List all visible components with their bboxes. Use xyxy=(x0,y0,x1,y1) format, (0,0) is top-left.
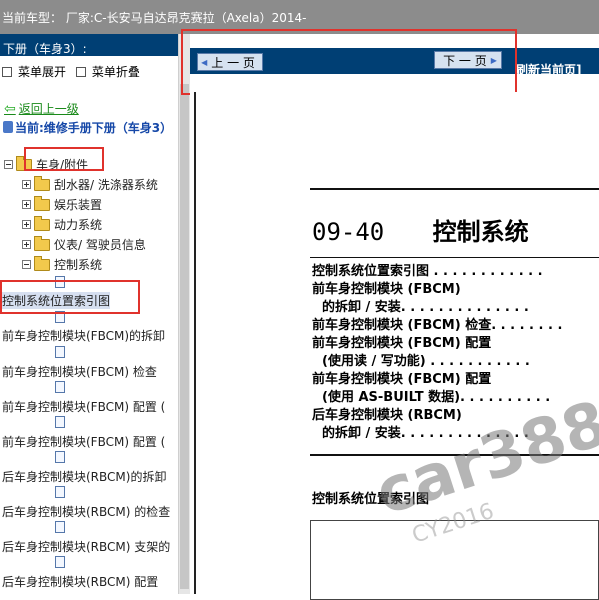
collapse-node-icon[interactable] xyxy=(4,160,13,169)
document-viewer: 09-40 控制系统 控制系统位置索引图 . . . . . . . . . .… xyxy=(190,92,599,600)
manual-icon xyxy=(3,121,13,133)
back-arrow-icon: ⇦ xyxy=(4,100,16,117)
figure-frame xyxy=(310,520,599,600)
tree-leaf-fbcm-removal[interactable]: 前车身控制模块(FBCM)的拆卸 xyxy=(2,327,165,344)
collapse-node-icon[interactable] xyxy=(22,260,31,269)
toc-entry[interactable]: (使用读 / 写功能) . . . . . . . . . . . xyxy=(322,350,530,369)
manual-section-title: 下册（车身3）: xyxy=(3,42,87,56)
document-icon xyxy=(55,556,65,568)
tree-leaf-fbcm-inspection[interactable]: 前车身控制模块(FBCM) 检查 xyxy=(2,363,157,380)
tree-node-power-system[interactable]: 动力系统 xyxy=(22,215,102,233)
toc-entry[interactable]: 的拆卸 / 安装. . . . . . . . . . . . . . xyxy=(322,422,529,441)
tree-leaf-rbcm-removal[interactable]: 后车身控制模块(RBCM)的拆卸 xyxy=(2,468,166,485)
title-rule xyxy=(310,188,599,190)
document-title: 09-40 控制系统 xyxy=(312,218,529,246)
collapse-menu-label: 菜单折叠 xyxy=(91,65,140,79)
expand-menu-button[interactable]: 菜单展开 xyxy=(2,63,66,80)
tree-leaf-rbcm-config[interactable]: 后车身控制模块(RBCM) 配置 xyxy=(2,573,158,590)
left-pane-header: 下册（车身3）: xyxy=(0,34,178,56)
toc-entry[interactable]: 后车身控制模块 (RBCM) xyxy=(312,404,462,423)
menu-controls: 菜单展开 菜单折叠 xyxy=(2,63,146,80)
page-left-border xyxy=(194,92,196,594)
highlight-box xyxy=(24,147,104,171)
current-vehicle-title: 当前车型： 厂家:C-长安马自达昂克赛拉（Axela）2014- xyxy=(2,11,307,25)
toc-entry[interactable]: 控制系统位置索引图 . . . . . . . . . . . . xyxy=(312,260,543,279)
tree-node-wiper-washer[interactable]: 刮水器/ 洗涤器系统 xyxy=(22,175,158,193)
document-icon xyxy=(55,346,65,358)
document-icon xyxy=(55,381,65,393)
toc-entry[interactable]: 前车身控制模块 (FBCM) 检查. . . . . . . . xyxy=(312,314,562,333)
collapse-menu-button[interactable]: 菜单折叠 xyxy=(75,63,140,80)
expand-menu-label: 菜单展开 xyxy=(18,65,67,79)
tree-leaf-rbcm-inspection[interactable]: 后车身控制模块(RBCM) 的检查 xyxy=(2,503,170,520)
document-icon xyxy=(55,416,65,428)
folder-icon xyxy=(34,195,50,211)
expand-icon xyxy=(2,66,12,77)
expand-node-icon[interactable] xyxy=(22,220,31,229)
section-heading: 控制系统位置索引图 xyxy=(312,492,430,507)
left-nav-pane: 下册（车身3）: 菜单展开 菜单折叠 ⇦ 返回上一级 当前:维修手册下册（车身3… xyxy=(0,34,178,594)
collapse-icon xyxy=(75,66,86,77)
highlight-box xyxy=(181,29,517,95)
refresh-page-link[interactable]: 刷新当前页] xyxy=(516,61,582,78)
tree-leaf-rbcm-bracket[interactable]: 后车身控制模块(RBCM) 支架的 xyxy=(2,538,170,555)
expand-node-icon[interactable] xyxy=(22,240,31,249)
folder-icon xyxy=(34,235,50,251)
toc-entry[interactable]: 的拆卸 / 安装. . . . . . . . . . . . . . xyxy=(322,296,529,315)
toc-entry[interactable]: 前车身控制模块 (FBCM) xyxy=(312,278,461,297)
toc-entry[interactable]: 前车身控制模块 (FBCM) 配置 xyxy=(312,332,491,351)
folder-icon xyxy=(34,175,50,191)
document-icon xyxy=(55,451,65,463)
current-location: 当前:维修手册下册（车身3） xyxy=(3,119,175,137)
document-icon xyxy=(55,486,65,498)
left-pane-scrollbar[interactable] xyxy=(178,34,190,594)
highlight-box xyxy=(0,280,140,314)
back-link-label: 返回上一级 xyxy=(18,102,79,116)
toc-bottom-rule xyxy=(310,454,599,456)
tree-leaf-fbcm-config-2[interactable]: 前车身控制模块(FBCM) 配置 ( xyxy=(2,433,165,450)
toc-entry[interactable]: 前车身控制模块 (FBCM) 配置 xyxy=(312,368,491,387)
scrollbar-thumb[interactable] xyxy=(180,84,189,589)
tree-leaf-fbcm-config-1[interactable]: 前车身控制模块(FBCM) 配置 ( xyxy=(2,398,165,415)
expand-node-icon[interactable] xyxy=(22,180,31,189)
tree-node-control-system[interactable]: 控制系统 xyxy=(22,255,102,273)
folder-icon xyxy=(34,215,50,231)
tree-node-entertainment[interactable]: 娱乐装置 xyxy=(22,195,102,213)
folder-open-icon xyxy=(34,255,50,271)
back-link[interactable]: ⇦ 返回上一级 xyxy=(4,100,79,117)
document-icon xyxy=(55,521,65,533)
toc-entry[interactable]: (使用 AS-BUILT 数据). . . . . . . . . . xyxy=(322,386,550,405)
toc-top-rule xyxy=(310,257,599,258)
tree-node-instruments[interactable]: 仪表/ 驾驶员信息 xyxy=(22,235,146,253)
expand-node-icon[interactable] xyxy=(22,200,31,209)
